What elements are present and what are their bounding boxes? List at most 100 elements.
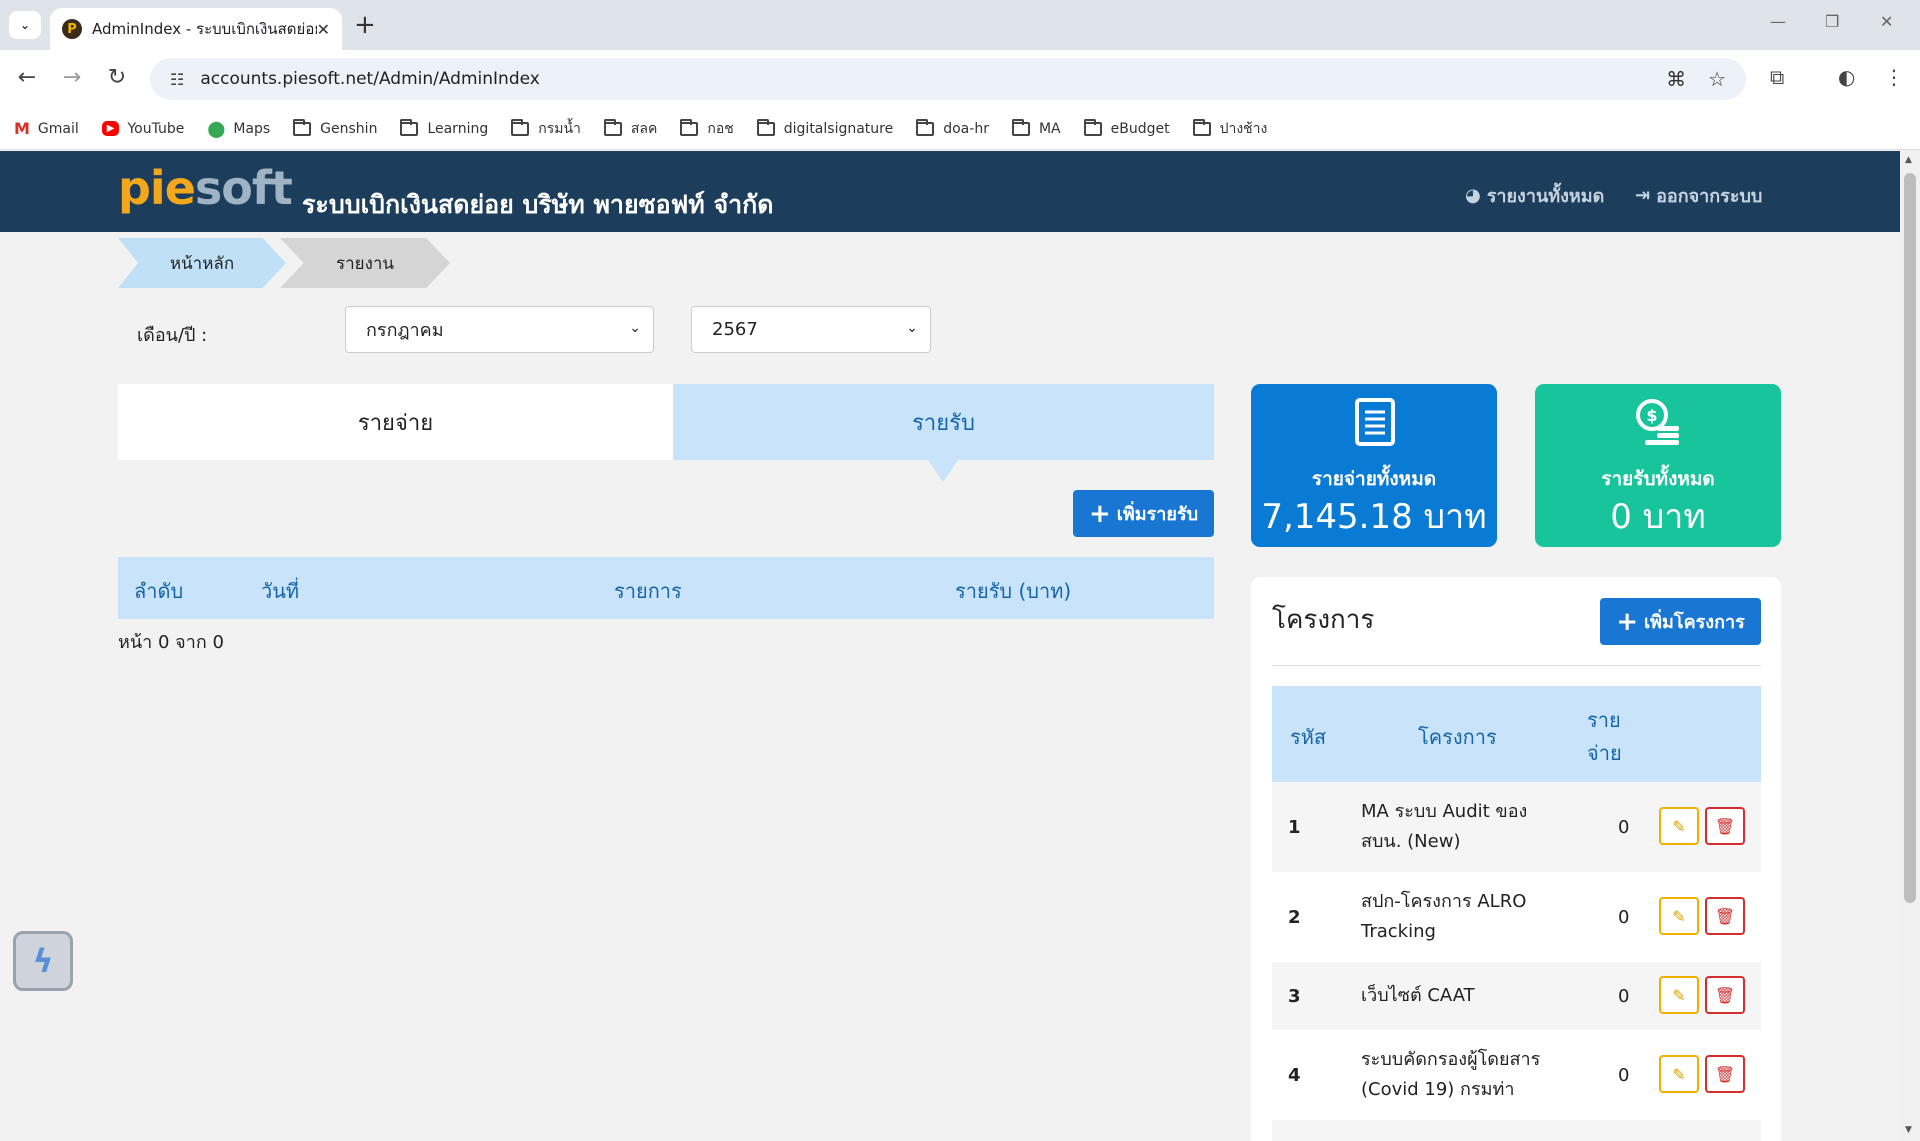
tab-title: AdminIndex - ระบบเบิกเงินสดย่อย xyxy=(92,20,317,38)
chevron-down-icon: ⌄ xyxy=(629,320,641,336)
translate-icon[interactable]: ⌘ xyxy=(1666,67,1686,91)
breadcrumb-home[interactable]: หน้าหลัก xyxy=(118,238,286,288)
coins-icon: $ xyxy=(1636,399,1679,445)
bookmark-doa-hr[interactable]: doa-hr xyxy=(916,118,989,137)
bookmark-dept-water[interactable]: กรมน้ำ xyxy=(511,118,581,140)
profile-icon[interactable]: ◐ xyxy=(1838,65,1855,89)
pencil-icon: ✎ xyxy=(1672,816,1686,836)
bookmark-learning[interactable]: Learning xyxy=(400,118,489,137)
delete-button[interactable]: 🗑 xyxy=(1705,976,1745,1014)
add-project-button[interactable]: + เพิ่มโครงการ xyxy=(1600,598,1761,645)
piesoft-logo[interactable]: piesoft xyxy=(118,161,293,215)
delete-button[interactable]: 🗑 xyxy=(1705,897,1745,935)
edit-button[interactable]: ✎ xyxy=(1659,976,1699,1014)
site-info-icon[interactable]: ☷ xyxy=(170,70,184,89)
site-title: ระบบเบิกเงินสดย่อย บริษัท พายซอฟท์ จำกัด xyxy=(302,190,774,219)
divider xyxy=(1272,665,1761,666)
menu-icon[interactable]: ⋮ xyxy=(1884,65,1904,89)
back-icon[interactable]: ← xyxy=(12,64,42,92)
pencil-icon: ✎ xyxy=(1672,906,1686,926)
breadcrumb-report[interactable]: รายงาน xyxy=(280,238,450,288)
year-select[interactable]: 2567 ⌄ xyxy=(691,306,931,353)
project-name-line1: เว็บไซต์ CAAT xyxy=(1361,985,1475,1006)
logo-part1: pie xyxy=(118,161,196,215)
plus-icon: + xyxy=(1088,498,1111,529)
col-order: ลำดับ xyxy=(134,579,184,603)
edit-button[interactable]: ✎ xyxy=(1659,807,1699,845)
trash-icon: 🗑 xyxy=(1714,985,1736,1005)
page-scrollbar[interactable]: ▲ ▼ xyxy=(1900,151,1920,1141)
window-close-icon[interactable]: ✕ xyxy=(1880,12,1893,31)
site-header: piesoft ระบบเบิกเงินสดย่อย บริษัท พายซอฟ… xyxy=(0,151,1900,232)
project-id: 3 xyxy=(1288,986,1301,1007)
bookmark-gmail[interactable]: M Gmail xyxy=(14,119,79,138)
scroll-down-icon[interactable]: ▼ xyxy=(1905,1125,1912,1135)
browser-tab[interactable]: P AdminIndex - ระบบเบิกเงินสดย่อย ✕ xyxy=(50,8,342,50)
bookmark-genshin[interactable]: Genshin xyxy=(293,118,378,137)
browser-toolbar: ← → ↻ ☷ accounts.piesoft.net/Admin/Admin… xyxy=(0,50,1920,108)
extensions-icon[interactable]: ⧉ xyxy=(1770,65,1784,89)
tab-income[interactable]: รายรับ xyxy=(673,384,1214,482)
bookmark-label: Genshin xyxy=(320,120,378,137)
reload-icon[interactable]: ↻ xyxy=(102,64,132,92)
bookmark-star-icon[interactable]: ☆ xyxy=(1708,67,1726,91)
page-viewport: piesoft ระบบเบิกเงินสดย่อย บริษัท พายซอฟ… xyxy=(0,151,1920,1141)
delete-button[interactable]: 🗑 xyxy=(1705,1055,1745,1093)
address-bar[interactable]: ☷ accounts.piesoft.net/Admin/AdminIndex … xyxy=(150,58,1746,100)
minimize-icon[interactable]: — xyxy=(1770,12,1786,31)
bookmark-label: สลค xyxy=(630,120,658,137)
restore-icon[interactable]: ❐ xyxy=(1825,12,1839,31)
new-tab-button[interactable]: + xyxy=(354,12,376,38)
scroll-up-icon[interactable]: ▲ xyxy=(1905,155,1912,165)
add-income-label: เพิ่มรายรับ xyxy=(1116,504,1199,525)
bookmarks-bar: M Gmail ▶ YouTube ⬤ Maps Genshin Learning ก… xyxy=(0,108,1920,150)
folder-icon xyxy=(511,118,530,136)
project-name-line1: ระบบคัดกรองผู้โดยสาร xyxy=(1361,1049,1541,1070)
forward-icon[interactable]: → xyxy=(57,64,87,92)
folder-icon xyxy=(1192,118,1211,136)
report-all-link[interactable]: ◕ รายงานทั้งหมด xyxy=(1465,181,1604,210)
edit-button[interactable]: ✎ xyxy=(1659,1055,1699,1093)
bookmark-label: Gmail xyxy=(37,120,79,137)
close-icon[interactable]: ✕ xyxy=(317,20,330,39)
edit-button[interactable]: ✎ xyxy=(1659,897,1699,935)
month-year-label: เดือน/ปี : xyxy=(137,325,208,346)
trash-icon: 🗑 xyxy=(1714,906,1736,926)
bookmark-pangchang[interactable]: ปางช้าง xyxy=(1192,118,1267,140)
bookmark-slk[interactable]: สลค xyxy=(603,118,658,140)
maps-icon: ⬤ xyxy=(207,119,226,138)
total-expense-value: 7,145.18 บาท xyxy=(1261,497,1487,537)
bookmark-label: กรมน้ำ xyxy=(538,120,581,137)
project-name-line2: (Covid 19) กรมท่า xyxy=(1361,1079,1515,1100)
month-select-value: กรกฎาคม xyxy=(366,320,444,341)
tab-search-button[interactable]: ⌄ xyxy=(9,11,41,39)
bookmark-digitalsignature[interactable]: digitalsignature xyxy=(756,118,893,137)
logout-icon: ⇥ xyxy=(1635,185,1651,206)
delete-button[interactable]: 🗑 xyxy=(1705,807,1745,845)
floating-widget-button[interactable]: ϟ xyxy=(13,931,73,991)
folder-icon xyxy=(400,118,419,136)
add-income-button[interactable]: + เพิ่มรายรับ xyxy=(1073,490,1214,537)
bookmark-ebudget[interactable]: eBudget xyxy=(1083,118,1170,137)
folder-icon xyxy=(293,118,312,136)
scrollbar-thumb[interactable] xyxy=(1904,173,1916,903)
bookmark-label: Learning xyxy=(427,120,489,137)
bookmark-maps[interactable]: ⬤ Maps xyxy=(207,119,270,138)
project-id: 4 xyxy=(1288,1065,1301,1086)
url-text[interactable]: accounts.piesoft.net/Admin/AdminIndex xyxy=(200,69,1644,89)
bookmark-label: กอช xyxy=(707,120,734,137)
bookmark-youtube[interactable]: ▶ YouTube xyxy=(101,121,184,137)
project-name-line2: Tracking xyxy=(1361,921,1436,942)
table-row xyxy=(1272,1120,1761,1141)
tab-expense[interactable]: รายจ่าย xyxy=(118,384,673,460)
table-row: 2 สปก-โครงการ ALRO Tracking 0 ✎ 🗑 xyxy=(1272,872,1761,962)
folder-icon xyxy=(756,118,775,136)
project-name: ระบบคัดกรองผู้โดยสาร (Covid 19) กรมท่า xyxy=(1361,1045,1551,1105)
lightning-icon: ϟ xyxy=(32,942,54,980)
month-select[interactable]: กรกฎาคม ⌄ xyxy=(345,306,654,353)
bookmark-ma[interactable]: MA xyxy=(1011,118,1061,137)
bookmark-kor[interactable]: กอช xyxy=(680,118,734,140)
col-project-id: รหัส xyxy=(1290,725,1327,749)
logout-link[interactable]: ⇥ ออกจากระบบ xyxy=(1635,181,1762,210)
col-date: วันที่ xyxy=(261,579,300,603)
